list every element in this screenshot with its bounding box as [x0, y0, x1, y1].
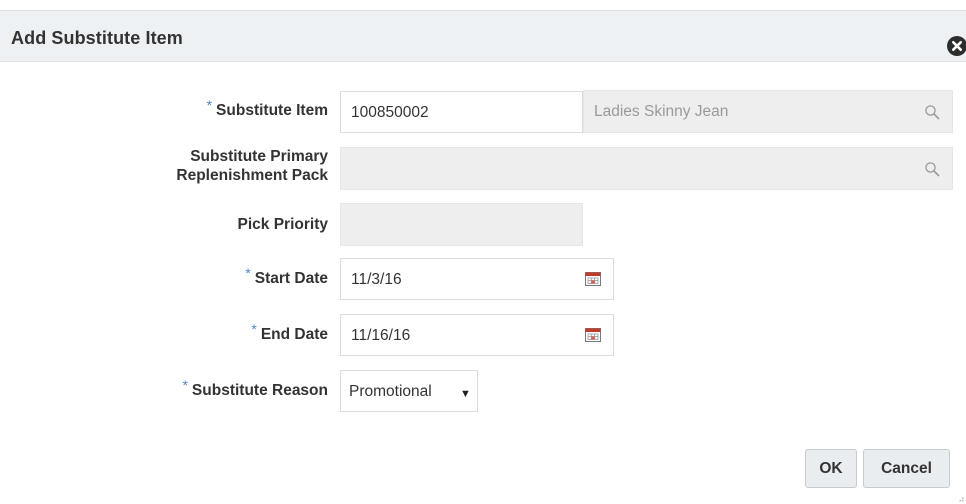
required-marker: *	[182, 377, 188, 393]
substitute-item-description-field: Ladies Skinny Jean	[583, 90, 953, 133]
start-date-input[interactable]: 11/3/16	[340, 258, 614, 300]
search-icon[interactable]	[924, 161, 940, 177]
dropdown-caret-icon: ▼	[460, 388, 471, 400]
dialog-header: Add Substitute Item	[0, 11, 966, 62]
ok-button[interactable]: OK	[805, 449, 857, 488]
calendar-icon[interactable]	[585, 272, 601, 286]
start-date-label: * Start Date	[150, 265, 328, 288]
start-date-value: 11/3/16	[351, 271, 402, 288]
search-icon[interactable]	[924, 104, 940, 120]
start-date-label-text: Start Date	[254, 270, 328, 287]
substitute-reason-label-text: Substitute Reason	[191, 382, 328, 399]
pick-priority-label: Pick Priority	[150, 215, 328, 234]
end-date-label: * End Date	[150, 321, 328, 344]
primary-pack-label-line2: Replenishment Pack	[176, 167, 328, 184]
substitute-item-value: 100850002	[351, 104, 429, 121]
substitute-item-label-text: Substitute Item	[216, 102, 328, 119]
pick-priority-label-text: Pick Priority	[237, 216, 328, 233]
required-marker: *	[251, 321, 257, 337]
substitute-item-description: Ladies Skinny Jean	[594, 103, 729, 120]
add-substitute-item-dialog: Add Substitute Item * Substitute Item 100…	[0, 0, 966, 504]
substitute-item-input[interactable]: 100850002	[340, 91, 583, 133]
dialog-title: Add Substitute Item	[11, 28, 183, 48]
substitute-reason-label: * Substitute Reason	[120, 377, 328, 400]
primary-pack-field	[340, 147, 953, 190]
cancel-button[interactable]: Cancel	[863, 449, 950, 488]
end-date-label-text: End Date	[260, 326, 328, 343]
required-marker: *	[245, 265, 251, 281]
resize-grip-icon[interactable]	[958, 496, 964, 502]
required-marker: *	[206, 97, 213, 113]
substitute-reason-selected: Promotional	[349, 383, 432, 400]
substitute-item-label: * Substitute Item	[150, 97, 328, 120]
primary-pack-label-line1: Substitute Primary	[190, 148, 328, 165]
close-icon[interactable]	[947, 36, 966, 56]
calendar-icon[interactable]	[585, 328, 601, 342]
primary-pack-label: Substitute Primary Replenishment Pack	[100, 147, 328, 185]
pick-priority-field	[340, 203, 583, 246]
end-date-input[interactable]: 11/16/16	[340, 314, 614, 356]
end-date-value: 11/16/16	[351, 327, 411, 344]
substitute-reason-select[interactable]: Promotional ▼	[340, 370, 478, 412]
